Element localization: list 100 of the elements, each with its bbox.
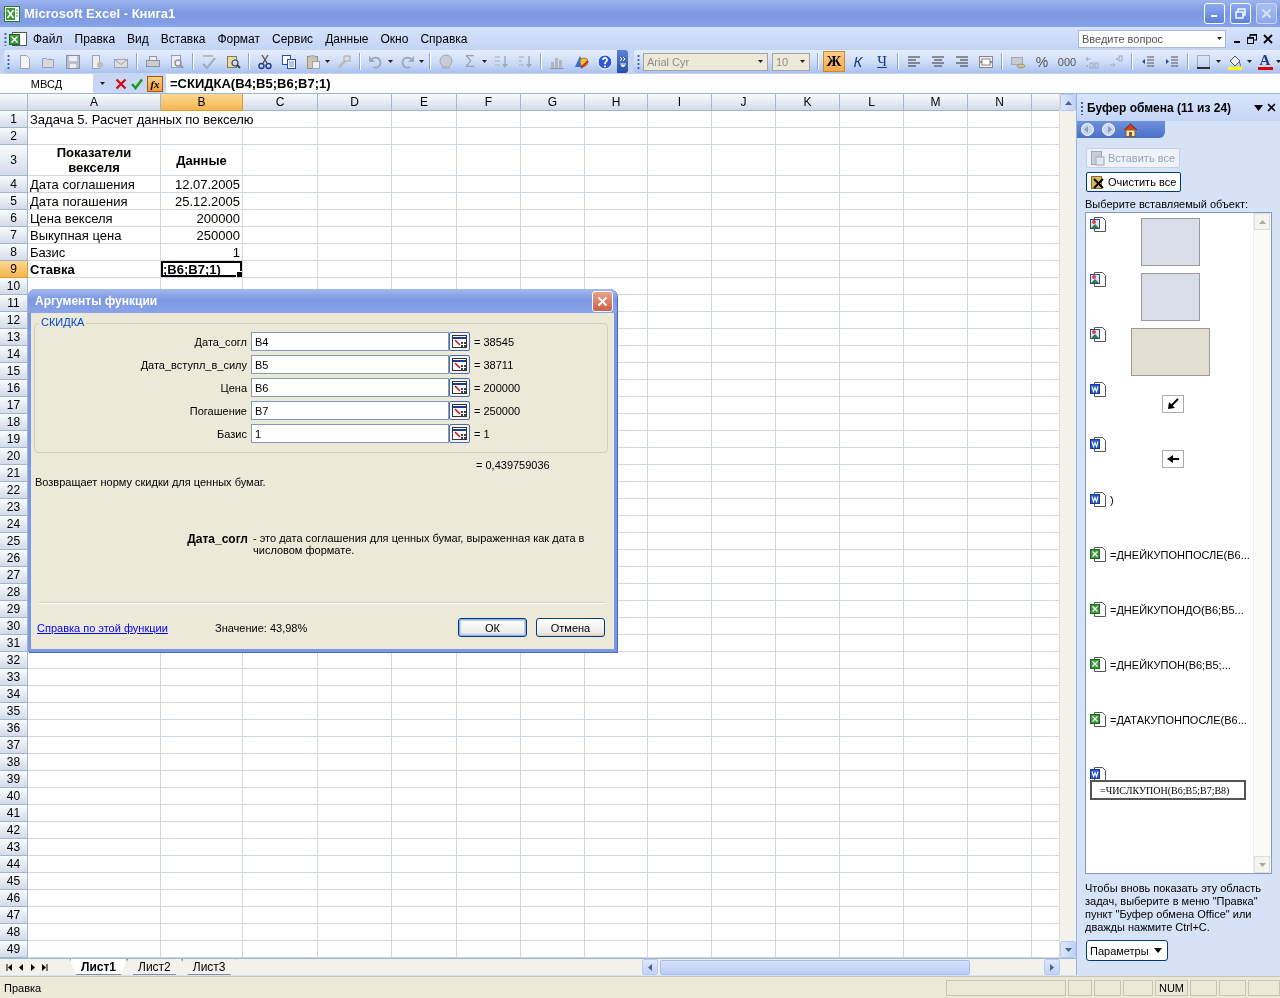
first-sheet-icon[interactable] xyxy=(6,963,12,971)
font-color-button[interactable]: A xyxy=(1254,53,1276,70)
row-header[interactable]: 32 xyxy=(0,652,28,669)
table-cell[interactable]: Данные xyxy=(161,145,243,176)
row-header[interactable]: 4 xyxy=(0,176,28,193)
table-cell[interactable]: Дата соглашения xyxy=(28,176,161,193)
caret-icon[interactable] xyxy=(1216,60,1221,63)
row-header[interactable]: 29 xyxy=(0,601,28,618)
caret-icon[interactable] xyxy=(325,60,330,63)
restore-icon[interactable] xyxy=(1247,33,1257,44)
row-header[interactable]: 11 xyxy=(0,295,28,312)
home-icon[interactable] xyxy=(1123,122,1138,137)
row-header[interactable]: 26 xyxy=(0,550,28,567)
caret-icon[interactable] xyxy=(419,60,424,63)
row-header[interactable]: 30 xyxy=(0,618,28,635)
column-header[interactable]: E xyxy=(392,94,457,111)
clear-all-button[interactable]: Очистить все xyxy=(1086,172,1182,192)
menu-item[interactable]: Сервис xyxy=(266,28,320,49)
row-header[interactable]: 33 xyxy=(0,669,28,686)
font-style-button[interactable]: К xyxy=(847,51,869,72)
format-painter-icon[interactable] xyxy=(336,53,352,70)
forward-icon[interactable] xyxy=(1102,123,1115,136)
collapse-dialog-button[interactable] xyxy=(449,332,470,351)
row-header[interactable]: 41 xyxy=(0,805,28,822)
row-header[interactable]: 19 xyxy=(0,431,28,448)
scroll-right-button[interactable] xyxy=(1044,959,1060,975)
close-icon[interactable] xyxy=(1263,33,1273,44)
table-cell[interactable]: 25.12.2005 xyxy=(161,193,243,210)
close-button[interactable] xyxy=(1256,3,1277,24)
clipboard-thumbnail[interactable] xyxy=(1131,328,1210,376)
row-header[interactable]: 20 xyxy=(0,448,28,465)
insert-function-button[interactable]: fx xyxy=(147,75,163,92)
row-header[interactable]: 23 xyxy=(0,499,28,516)
print-preview-icon[interactable] xyxy=(169,53,185,70)
column-header[interactable]: D xyxy=(318,94,392,111)
row-header[interactable]: 47 xyxy=(0,907,28,924)
table-cell[interactable]: Задача 5. Расчет данных по векселю xyxy=(28,111,318,128)
sort-descending-icon[interactable] xyxy=(517,53,533,70)
row-header[interactable]: 14 xyxy=(0,346,28,363)
row-header[interactable]: 12 xyxy=(0,312,28,329)
increase-indent-icon[interactable] xyxy=(1164,53,1180,70)
cut-icon[interactable] xyxy=(257,53,273,70)
toolbar-options-icon[interactable] xyxy=(619,56,626,67)
column-header[interactable]: C xyxy=(243,94,318,111)
spelling-icon[interactable] xyxy=(201,53,217,70)
table-cell[interactable]: Дата погашения xyxy=(28,193,161,210)
copy-icon[interactable] xyxy=(281,53,297,70)
table-cell[interactable]: Показатели векселя xyxy=(28,145,161,176)
sheet-tab[interactable]: Лист3 xyxy=(181,959,237,975)
column-header[interactable]: K xyxy=(776,94,840,111)
print-icon[interactable] xyxy=(145,53,161,70)
row-header[interactable]: 36 xyxy=(0,720,28,737)
column-header[interactable]: F xyxy=(457,94,521,111)
clipboard-item[interactable]: =ДНЕЙКУПОНДО(B6;B5... xyxy=(1110,601,1244,616)
align-right-icon[interactable] xyxy=(954,53,970,70)
fill-color-icon[interactable] xyxy=(1227,53,1243,70)
row-header[interactable]: 2 xyxy=(0,128,28,145)
row-header[interactable]: 35 xyxy=(0,703,28,720)
row-header[interactable]: 3 xyxy=(0,145,28,176)
row-header[interactable]: 43 xyxy=(0,839,28,856)
table-cell[interactable]: Ставка xyxy=(28,261,161,278)
help-icon[interactable] xyxy=(597,53,613,70)
word-document-icon[interactable] xyxy=(1090,381,1106,397)
scroll-down-button[interactable] xyxy=(1060,941,1076,958)
column-header[interactable]: N xyxy=(968,94,1032,111)
align-left-icon[interactable] xyxy=(906,53,922,70)
clipboard-item[interactable]: =ДНЕЙКУПОН(B6;B5;... xyxy=(1110,656,1231,671)
column-header[interactable]: B xyxy=(161,94,243,111)
enter-icon[interactable] xyxy=(131,77,143,90)
row-header[interactable]: 9 xyxy=(0,261,28,278)
row-header[interactable]: 40 xyxy=(0,788,28,805)
align-center-icon[interactable] xyxy=(930,53,946,70)
column-header[interactable]: L xyxy=(840,94,904,111)
row-header[interactable]: 21 xyxy=(0,465,28,482)
menu-item[interactable]: Формат xyxy=(211,28,267,49)
table-cell[interactable]: 200000 xyxy=(161,210,243,227)
word-document-icon[interactable] xyxy=(1090,491,1106,507)
table-cell[interactable]: 12.07.2005 xyxy=(161,176,243,193)
menu-item[interactable]: Вставка xyxy=(154,28,212,49)
collapse-dialog-button[interactable] xyxy=(449,424,470,443)
row-header[interactable]: 31 xyxy=(0,635,28,652)
column-header[interactable]: I xyxy=(648,94,712,111)
collapse-dialog-button[interactable] xyxy=(449,355,470,374)
horizontal-scrollbar[interactable] xyxy=(642,959,1060,975)
dropdown-arrow-icon[interactable] xyxy=(1254,104,1263,111)
vertical-scrollbar[interactable] xyxy=(1059,94,1076,958)
collapse-dialog-button[interactable] xyxy=(449,401,470,420)
excel-document-icon[interactable] xyxy=(1090,656,1106,672)
list-scrollbar[interactable] xyxy=(1253,213,1271,873)
picture-document-icon[interactable] xyxy=(1090,271,1106,287)
table-cell[interactable]: ;B6;B7;1) xyxy=(161,261,243,278)
argument-input[interactable]: B5 xyxy=(251,355,449,374)
borders-icon[interactable] xyxy=(1196,53,1212,70)
row-header[interactable]: 17 xyxy=(0,397,28,414)
cancel-button[interactable]: Отмена xyxy=(536,618,605,637)
sheet-tab[interactable]: Лист2 xyxy=(127,959,182,975)
row-header[interactable]: 13 xyxy=(0,329,28,346)
excel-document-icon[interactable] xyxy=(1090,546,1106,562)
merge-cells-icon[interactable] xyxy=(978,53,994,70)
row-header[interactable]: 24 xyxy=(0,516,28,533)
